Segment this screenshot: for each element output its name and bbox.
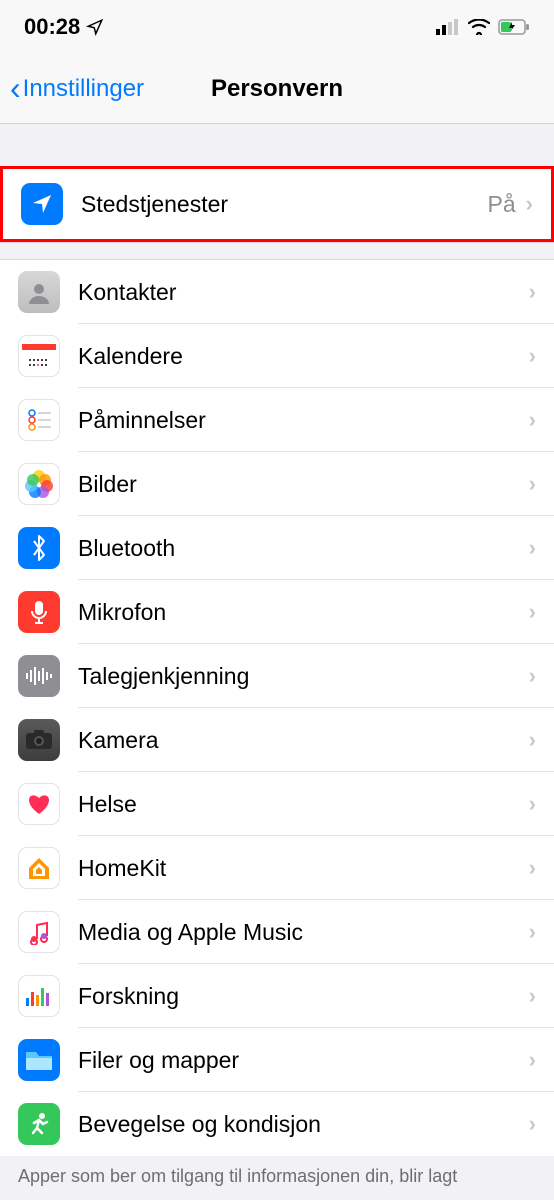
chevron-right-icon: › (529, 407, 536, 433)
status-time: 00:28 (24, 14, 80, 40)
row-photos[interactable]: Bilder › (0, 452, 554, 516)
health-icon (18, 783, 60, 825)
homekit-icon (18, 847, 60, 889)
row-label: Filer og mapper (78, 1047, 529, 1074)
wifi-icon (468, 19, 490, 35)
chevron-right-icon: › (529, 279, 536, 305)
chevron-right-icon: › (526, 191, 533, 217)
section-spacer (0, 124, 554, 166)
chevron-right-icon: › (529, 1047, 536, 1073)
files-icon (18, 1039, 60, 1081)
chevron-left-icon: ‹ (10, 70, 21, 107)
footer-text: Apper som ber om tilgang til informasjon… (0, 1156, 554, 1197)
settings-list: Stedstjenester På › Kontakter › Kalender… (0, 166, 554, 1156)
speech-icon (18, 655, 60, 697)
bluetooth-icon (18, 527, 60, 569)
cellular-icon (436, 19, 460, 35)
row-speech[interactable]: Talegjenkjenning › (0, 644, 554, 708)
row-label: Kalendere (78, 343, 529, 370)
row-label: HomeKit (78, 855, 529, 882)
chevron-right-icon: › (529, 599, 536, 625)
row-contacts[interactable]: Kontakter › (0, 260, 554, 324)
research-icon (18, 975, 60, 1017)
row-label: Stedstjenester (81, 191, 488, 218)
location-arrow-icon (86, 18, 104, 36)
row-label: Kamera (78, 727, 529, 754)
section-gap (0, 242, 554, 260)
nav-bar: ‹ Innstillinger Personvern (0, 54, 554, 124)
row-bluetooth[interactable]: Bluetooth › (0, 516, 554, 580)
row-label: Bluetooth (78, 535, 529, 562)
row-label: Påminnelser (78, 407, 529, 434)
row-label: Helse (78, 791, 529, 818)
chevron-right-icon: › (529, 471, 536, 497)
chevron-right-icon: › (529, 983, 536, 1009)
row-research[interactable]: Forskning › (0, 964, 554, 1028)
battery-icon (498, 19, 530, 35)
camera-icon (18, 719, 60, 761)
chevron-right-icon: › (529, 535, 536, 561)
microphone-icon (18, 591, 60, 633)
row-files[interactable]: Filer og mapper › (0, 1028, 554, 1092)
row-label: Bilder (78, 471, 529, 498)
status-bar: 00:28 (0, 0, 554, 54)
chevron-right-icon: › (529, 919, 536, 945)
chevron-right-icon: › (529, 727, 536, 753)
music-icon (18, 911, 60, 953)
row-reminders[interactable]: Påminnelser › (0, 388, 554, 452)
reminders-icon (18, 399, 60, 441)
row-media[interactable]: Media og Apple Music › (0, 900, 554, 964)
location-icon (21, 183, 63, 225)
row-label: Kontakter (78, 279, 529, 306)
row-label: Mikrofon (78, 599, 529, 626)
photos-icon (18, 463, 60, 505)
chevron-right-icon: › (529, 1111, 536, 1137)
page-title: Personvern (211, 75, 343, 103)
motion-icon (18, 1103, 60, 1145)
row-label: Bevegelse og kondisjon (78, 1111, 529, 1138)
back-label: Innstillinger (23, 75, 144, 103)
row-motion[interactable]: Bevegelse og kondisjon › (0, 1092, 554, 1156)
row-label: Media og Apple Music (78, 919, 529, 946)
row-camera[interactable]: Kamera › (0, 708, 554, 772)
row-calendar[interactable]: Kalendere › (0, 324, 554, 388)
row-location-services[interactable]: Stedstjenester På › (0, 166, 554, 242)
contacts-icon (18, 271, 60, 313)
row-homekit[interactable]: HomeKit › (0, 836, 554, 900)
row-health[interactable]: Helse › (0, 772, 554, 836)
chevron-right-icon: › (529, 791, 536, 817)
row-microphone[interactable]: Mikrofon › (0, 580, 554, 644)
back-button[interactable]: ‹ Innstillinger (0, 70, 144, 107)
chevron-right-icon: › (529, 663, 536, 689)
chevron-right-icon: › (529, 343, 536, 369)
calendar-icon (18, 335, 60, 377)
row-label: Talegjenkjenning (78, 663, 529, 690)
row-label: Forskning (78, 983, 529, 1010)
chevron-right-icon: › (529, 855, 536, 881)
row-value: På (488, 191, 516, 218)
